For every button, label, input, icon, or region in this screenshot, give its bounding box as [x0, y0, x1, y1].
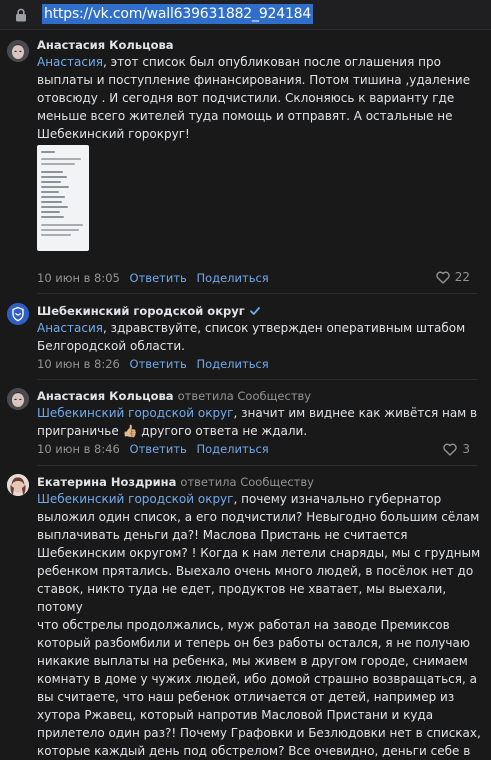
avatar[interactable] — [7, 303, 29, 325]
heart-icon — [443, 443, 458, 456]
comment-date[interactable]: 10 июн в 8:26 — [37, 357, 120, 371]
shield-logo-icon — [7, 303, 29, 325]
comment-author[interactable]: Шебекинский городской округ — [37, 304, 261, 318]
share-button[interactable]: Поделиться — [196, 357, 268, 371]
like-button[interactable]: 3 — [443, 442, 470, 456]
comment-meta: 10 июн в 8:26 Ответить Поделиться — [37, 357, 269, 371]
divider — [37, 293, 477, 294]
comment: Екатерина Ноздрина ответила Сообществу Ш… — [0, 466, 491, 758]
comment-text: Шебекинский городской округ, значит им в… — [37, 406, 478, 438]
comment-author[interactable]: Анастасия Кольцова ответила Сообществу — [37, 389, 311, 403]
avatar[interactable] — [7, 40, 29, 62]
comment-meta: 10 июн в 8:05 Ответить Поделиться — [37, 271, 269, 285]
browser-address-bar[interactable]: https://vk.com/wall639631882_924184 — [0, 0, 491, 30]
like-count: 3 — [462, 442, 470, 456]
share-button[interactable]: Поделиться — [196, 271, 268, 285]
avatar-photo-icon — [7, 40, 29, 62]
attached-image[interactable] — [37, 145, 89, 251]
lock-icon — [16, 8, 26, 22]
avatar-photo-icon — [7, 474, 29, 496]
like-button[interactable]: 22 — [436, 270, 470, 284]
comment-meta: 10 июн в 8:46 Ответить Поделиться — [37, 442, 269, 456]
comment-date[interactable]: 10 июн в 8:05 — [37, 271, 120, 285]
avatar-photo-icon — [7, 388, 29, 410]
comment-date[interactable]: 10 июн в 8:46 — [37, 442, 120, 456]
comment-text: Шебекинский городской округ, почему изна… — [37, 492, 481, 758]
avatar[interactable] — [7, 388, 29, 410]
mention-link[interactable]: Анастасия — [37, 55, 103, 69]
comment-author[interactable]: Екатерина Ноздрина ответила Сообществу — [37, 475, 314, 489]
mention-link[interactable]: Анастасия — [37, 321, 103, 335]
comment-text: Анастасия, здравствуйте, список утвержде… — [37, 321, 466, 353]
verified-check-icon — [249, 307, 260, 315]
comment-author[interactable]: Анастасия Кольцова — [37, 38, 174, 52]
heart-icon — [436, 271, 450, 284]
reply-button[interactable]: Ответить — [130, 271, 187, 285]
reply-button[interactable]: Ответить — [130, 357, 187, 371]
mention-link[interactable]: Шебекинский городской округ — [37, 406, 233, 420]
mention-link[interactable]: Шебекинский городской округ — [37, 492, 233, 506]
comment: Шебекинский городской округ Анастасия, з… — [0, 295, 491, 382]
share-button[interactable]: Поделиться — [196, 442, 268, 456]
like-count: 22 — [454, 270, 470, 284]
reply-button[interactable]: Ответить — [130, 442, 187, 456]
reply-to-label: ответила Сообществу — [180, 475, 314, 489]
comment: Анастасия Кольцова ответила Сообществу Ш… — [0, 380, 491, 467]
url-text[interactable]: https://vk.com/wall639631882_924184 — [42, 4, 314, 24]
reply-to-label: ответила Сообществу — [177, 389, 312, 403]
comment: Анастасия Кольцова Анастасия, этот списо… — [0, 30, 491, 295]
avatar[interactable] — [7, 474, 29, 496]
comment-text: Анастасия, этот список был опубликован п… — [37, 55, 471, 141]
